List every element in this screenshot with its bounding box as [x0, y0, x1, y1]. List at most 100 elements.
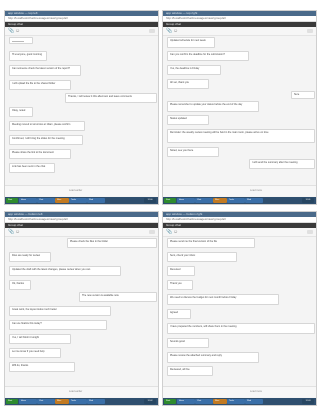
- message-bubble: Sounds good: [167, 338, 209, 348]
- count-badge: [307, 29, 313, 33]
- taskbar-item[interactable]: Chat: [37, 198, 55, 203]
- message-bubble: Reminder: the weekly review meeting will…: [167, 129, 315, 143]
- emoji-icon[interactable]: ☺: [15, 28, 20, 34]
- message-bubble: Please share the link to the document: [9, 149, 71, 159]
- start-button[interactable]: Start: [6, 399, 18, 404]
- emoji-icon[interactable]: ☺: [173, 28, 178, 34]
- taskbar-clock: 12:02: [144, 399, 156, 404]
- start-button[interactable]: Start: [6, 198, 18, 203]
- taskbar-item[interactable]: Web: [245, 198, 263, 203]
- message-bubble: Okay, noted: [9, 107, 33, 117]
- count-badge: [149, 29, 155, 33]
- emoji-icon[interactable]: ☺: [15, 229, 20, 235]
- chat-window-bottom-right: app window — bottom right http://localho…: [162, 211, 317, 406]
- message-bubble: Hi everyone, good morning: [9, 51, 47, 61]
- taskbar-item[interactable]: Files: [213, 198, 227, 203]
- taskbar-item[interactable]: Tasks: [227, 399, 245, 404]
- message-bubble: Please send me the final version of the …: [167, 238, 255, 248]
- message-bubble: Thank you: [167, 280, 193, 290]
- chat-window-bottom-left: app window — bottom left http://localhos…: [4, 211, 159, 406]
- load-earlier-link[interactable]: Load earlier: [69, 189, 82, 192]
- load-bar: Load more: [163, 386, 316, 397]
- load-bar: Load earlier: [5, 386, 158, 397]
- taskbar-item[interactable]: Files: [213, 399, 227, 404]
- start-button[interactable]: Start: [164, 399, 176, 404]
- message-bubble: Received: [167, 266, 195, 276]
- attach-icon[interactable]: 📎: [166, 28, 172, 34]
- message-bubble: Can someone check the latest version of …: [9, 65, 81, 76]
- load-earlier-link[interactable]: Load earlier: [69, 390, 82, 393]
- count-badge: [149, 230, 155, 234]
- taskbar-clock: 12:03: [302, 399, 314, 404]
- message-bubble: Can you confirm the deadline for the sub…: [167, 51, 249, 61]
- start-button[interactable]: Start: [164, 198, 176, 203]
- message-bubble: I will send the summary after the meetin…: [249, 159, 315, 169]
- attach-icon[interactable]: 📎: [166, 229, 172, 235]
- taskbar-item[interactable]: Tasks: [69, 198, 87, 203]
- taskbar: Start Inbox Chat Files Tasks Web 12:00: [5, 197, 158, 204]
- message-bubble: [9, 37, 33, 44]
- message-bubble: Yes, the deadline is Friday: [167, 65, 221, 75]
- message-list: Hi everyone, good morning Can someone ch…: [5, 35, 158, 185]
- taskbar-clock: 12:00: [144, 198, 156, 203]
- message-bubble: Reviewed, all fine: [167, 366, 213, 376]
- message-bubble: Sent, check your inbox: [167, 252, 237, 262]
- message-bubble: Agreed: [167, 309, 191, 319]
- taskbar-item[interactable]: Tasks: [227, 198, 245, 203]
- taskbar-item[interactable]: Tasks: [69, 399, 87, 404]
- taskbar-item[interactable]: Chat: [195, 399, 213, 404]
- message-bubble: Link has been sent in the chat: [9, 163, 55, 173]
- taskbar-item[interactable]: Inbox: [19, 198, 37, 203]
- emoji-icon[interactable]: ☺: [173, 229, 178, 235]
- taskbar-item[interactable]: Inbox: [177, 198, 195, 203]
- taskbar: Start Inbox Chat Files Tasks Web 12:03: [163, 398, 316, 405]
- chat-window-top-right: app window — top right http://localhost/…: [162, 10, 317, 205]
- attach-icon[interactable]: 📎: [8, 229, 14, 235]
- message-bubble: I have prepared the numbers, will share …: [167, 323, 315, 334]
- taskbar-item[interactable]: Inbox: [19, 399, 37, 404]
- message-bubble: Please remember to update your status be…: [167, 101, 259, 112]
- taskbar-item[interactable]: Chat: [37, 399, 55, 404]
- load-bar: Load earlier: [5, 185, 158, 196]
- chat-window-top-left: app window — top left http://localhost/c…: [4, 10, 159, 205]
- message-bubble: Updated schedule for next week: [167, 37, 215, 48]
- message-bubble: Thanks, I will review it this afternoon …: [65, 93, 157, 103]
- message-bubble: Can we finalize this today?: [9, 320, 107, 330]
- load-more-link[interactable]: Load more: [250, 390, 262, 393]
- message-list: Please send me the final version of the …: [163, 236, 316, 386]
- taskbar-item[interactable]: Web: [245, 399, 263, 404]
- message-bubble: Noted, see you there: [167, 147, 219, 157]
- message-list: Please check the files in the folder Fil…: [5, 236, 158, 386]
- count-badge: [307, 230, 313, 234]
- message-bubble: Please review the attached summary and r…: [167, 352, 259, 363]
- message-bubble: Great work, the layout looks much better: [9, 306, 111, 316]
- taskbar-item[interactable]: Web: [87, 399, 105, 404]
- attach-icon[interactable]: 📎: [8, 28, 14, 34]
- message-bubble: The new version is available now: [79, 292, 157, 302]
- taskbar-item[interactable]: Inbox: [177, 399, 195, 404]
- taskbar-item[interactable]: Chat: [195, 198, 213, 203]
- taskbar-item[interactable]: Web: [87, 198, 105, 203]
- message-bubble: Sure: [291, 91, 315, 99]
- taskbar-item[interactable]: Files: [55, 399, 69, 404]
- message-bubble: Ok, thanks: [9, 280, 31, 290]
- message-bubble: Please check the files in the folder: [67, 238, 157, 248]
- taskbar-clock: 12:01: [302, 198, 314, 203]
- message-bubble: We need to discuss the budget for next m…: [167, 294, 279, 305]
- taskbar: Start Inbox Chat Files Tasks Web 12:01: [163, 197, 316, 204]
- message-bubble: I will upload the file to the shared fol…: [9, 80, 71, 90]
- taskbar: Start Inbox Chat Files Tasks Web 12:02: [5, 398, 158, 405]
- message-bubble: Confirmed, I will bring the slides for t…: [9, 135, 83, 145]
- load-more-link[interactable]: Load more: [250, 189, 262, 192]
- message-bubble: Meeting moved to tomorrow at 10am, pleas…: [9, 121, 85, 131]
- message-bubble: Will do, thanks: [9, 362, 75, 372]
- message-list: Updated schedule for next week Can you c…: [163, 35, 316, 185]
- taskbar-item[interactable]: Files: [55, 198, 69, 203]
- message-bubble: Let me know if you need help: [9, 348, 61, 358]
- load-bar: Load more: [163, 185, 316, 196]
- message-bubble: Yes, I will finish it tonight: [9, 334, 71, 344]
- message-bubble: Files are ready for review: [9, 252, 51, 262]
- message-bubble: All set, thank you: [167, 79, 209, 89]
- message-bubble: Status updated: [167, 115, 209, 125]
- message-bubble: Updated the draft with the latest change…: [9, 266, 121, 276]
